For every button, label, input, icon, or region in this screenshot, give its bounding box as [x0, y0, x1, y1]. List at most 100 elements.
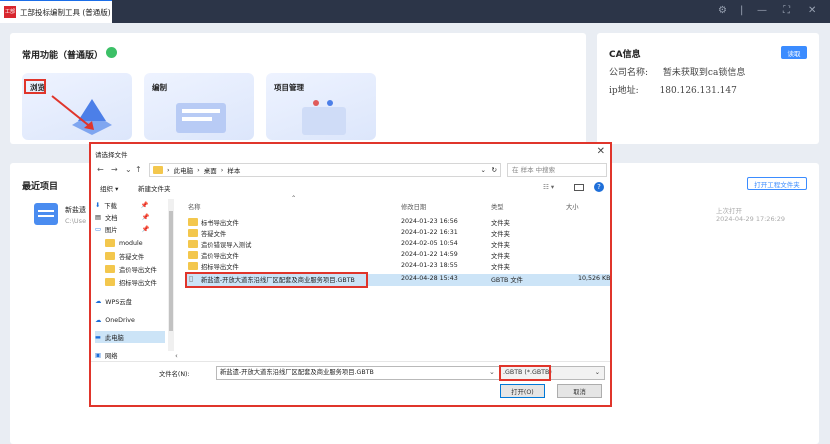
browse-highlight — [24, 79, 46, 94]
file-name: 标书导出文件 — [201, 220, 239, 227]
sidebar-scrollbar[interactable] — [168, 199, 174, 351]
onedrive-icon: ☁ — [95, 316, 102, 324]
breadcrumb-sep-icon: › — [220, 166, 224, 174]
scroll-left-icon[interactable]: ‹ — [175, 352, 178, 360]
file-row[interactable]: 答疑文件 2024-01-22 16:31 文件夹 — [185, 228, 610, 239]
file-type: 文件夹 — [491, 253, 510, 260]
sidebar-item-bid-export[interactable]: 招标导出文件 — [105, 276, 157, 288]
arrow-icon — [51, 95, 94, 130]
view-options-icon[interactable]: ☷ ▾ — [543, 183, 554, 191]
sidebar-label: 下载 — [104, 202, 117, 210]
help-icon[interactable]: ? — [594, 182, 604, 192]
sidebar-item-documents[interactable]: ▤ 文档 📌 — [95, 211, 149, 223]
file-type: 文件夹 — [491, 242, 510, 249]
breadcrumb-this-pc[interactable]: 此电脑 — [174, 165, 194, 175]
functions-title: 常用功能（普通版） — [22, 51, 104, 61]
ip-value: 180.126.131.147 — [659, 86, 737, 96]
folder-icon — [105, 265, 115, 273]
file-name: 造价导出文件 — [201, 253, 239, 260]
organize-menu[interactable]: 组织 ▾ — [100, 183, 118, 193]
app-tab[interactable]: 工部 工部投标编制工具 (普通版) — [0, 0, 112, 23]
folder-icon — [105, 278, 115, 286]
sort-indicator-icon: ⌃ — [291, 195, 297, 202]
file-row[interactable]: 造价错误导入测试 2024-02-05 10:54 文件夹 — [185, 239, 610, 250]
up-icon[interactable]: ↑ — [135, 165, 142, 174]
settings-icon[interactable]: ⚙ — [718, 5, 727, 17]
col-type[interactable]: 类型 — [491, 202, 504, 211]
sidebar-item-this-pc[interactable]: ▬ 此电脑 — [95, 331, 165, 343]
open-project-folder-button[interactable]: 打开工程文件夹 — [747, 177, 807, 190]
sidebar-item-qa[interactable]: 答疑文件 — [105, 250, 144, 262]
search-input[interactable]: 在 样本 中搜索 — [507, 163, 607, 177]
file-row[interactable]: 标书导出文件 2024-01-23 16:56 文件夹 — [185, 217, 610, 228]
file-date: 2024-01-23 16:56 — [401, 218, 458, 225]
sidebar-item-pictures[interactable]: ▭ 图片 📌 — [95, 223, 149, 235]
folder-icon — [188, 218, 198, 226]
edit-card[interactable]: 编制 — [144, 73, 254, 140]
breadcrumb-sep-icon: › — [167, 166, 170, 174]
project-illustration-icon — [302, 100, 346, 135]
breadcrumb-desktop[interactable]: 桌面 — [204, 165, 217, 175]
maximize-icon[interactable]: ⛶ — [783, 5, 790, 17]
folder-icon — [105, 239, 115, 247]
folder-icon — [188, 262, 198, 270]
pin-icon: 📌 — [141, 226, 150, 233]
file-date: 2024-01-23 18:55 — [401, 262, 458, 269]
project-manage-card[interactable]: 项目管理 — [266, 73, 376, 140]
download-icon: ⬇ — [95, 201, 101, 209]
app-tab-title: 工部投标编制工具 (普通版) — [20, 7, 111, 17]
sidebar-label: 此电脑 — [104, 334, 124, 342]
sidebar-label: 答疑文件 — [119, 253, 145, 261]
ip-label: ip地址: — [609, 86, 639, 96]
forward-icon[interactable]: → — [111, 165, 118, 174]
minimize-icon[interactable]: — — [757, 5, 767, 17]
company-row: 公司名称: 暂未获取到ca锁信息 — [609, 65, 745, 78]
close-icon[interactable]: ✕ — [808, 5, 816, 17]
col-size[interactable]: 大小 — [566, 202, 579, 211]
sidebar-label: 造价导出文件 — [119, 266, 157, 274]
filename-input[interactable]: 新盐遗-开放大道东沿线厂区配套及商业服务项目.GBTB — [216, 366, 510, 380]
pin-icon: 📌 — [140, 202, 149, 209]
project-manage-label: 项目管理 — [274, 83, 304, 92]
computer-icon: ▬ — [95, 333, 101, 341]
new-folder-button[interactable]: 新建文件夹 — [138, 183, 171, 193]
file-date: 2024-04-28 15:43 — [401, 275, 458, 282]
pin-icon: 📌 — [141, 214, 150, 221]
breadcrumb-sample[interactable]: 样本 — [227, 165, 240, 175]
last-open-time: 2024-04-29 17:26:29 — [716, 215, 786, 223]
sidebar-item-network[interactable]: ▣ 网络 — [95, 349, 118, 361]
control-divider: | — [740, 5, 744, 16]
file-name: 答疑文件 — [201, 231, 227, 238]
sidebar-item-downloads[interactable]: ⬇ 下载 📌 — [95, 199, 149, 211]
file-size: 10,526 KB — [578, 275, 611, 282]
cancel-button[interactable]: 取消 — [557, 384, 602, 398]
sidebar-label: 招标导出文件 — [119, 279, 157, 287]
address-dropdown-icon[interactable]: ⌄ — [481, 166, 486, 174]
file-row[interactable]: 招标导出文件 2024-01-23 18:55 文件夹 — [185, 261, 610, 272]
app-logo: 工部 — [4, 6, 16, 18]
refresh-icon[interactable]: ↻ — [492, 166, 497, 174]
filename-dropdown-icon[interactable]: ⌄ — [489, 368, 495, 376]
document-icon: ▤ — [95, 213, 101, 221]
dialog-close-icon[interactable]: ✕ — [597, 146, 605, 157]
recent-locations-icon[interactable]: ⌄ — [125, 165, 132, 174]
preview-pane-icon[interactable] — [574, 184, 584, 191]
read-ca-button[interactable]: 读取 — [781, 46, 807, 59]
sidebar-item-wps-cloud[interactable]: ☁ WPS云盘 — [95, 295, 132, 307]
chevron-down-icon: ⌄ — [594, 369, 600, 376]
file-row[interactable]: 造价导出文件 2024-01-22 14:59 文件夹 — [185, 250, 610, 261]
back-icon[interactable]: ← — [97, 165, 104, 174]
sidebar-item-onedrive[interactable]: ☁ OneDrive — [95, 314, 135, 326]
sidebar-item-cost-export[interactable]: 造价导出文件 — [105, 263, 157, 275]
open-button[interactable]: 打开(O) — [500, 384, 545, 398]
selected-file-highlight — [185, 272, 368, 288]
file-type: 文件夹 — [491, 264, 510, 271]
file-type: GBTB 文件 — [491, 277, 523, 284]
sidebar-item-module[interactable]: module — [105, 237, 143, 249]
folder-icon — [105, 252, 115, 260]
col-date[interactable]: 修改日期 — [401, 202, 426, 211]
address-bar[interactable]: › 此电脑 › 桌面 › 样本 ⌄ ↻ — [149, 163, 501, 177]
recent-project-name[interactable]: 新盐遗 — [65, 205, 86, 215]
col-name[interactable]: 名称 — [188, 202, 201, 211]
sidebar-label: 图片 — [104, 226, 118, 234]
